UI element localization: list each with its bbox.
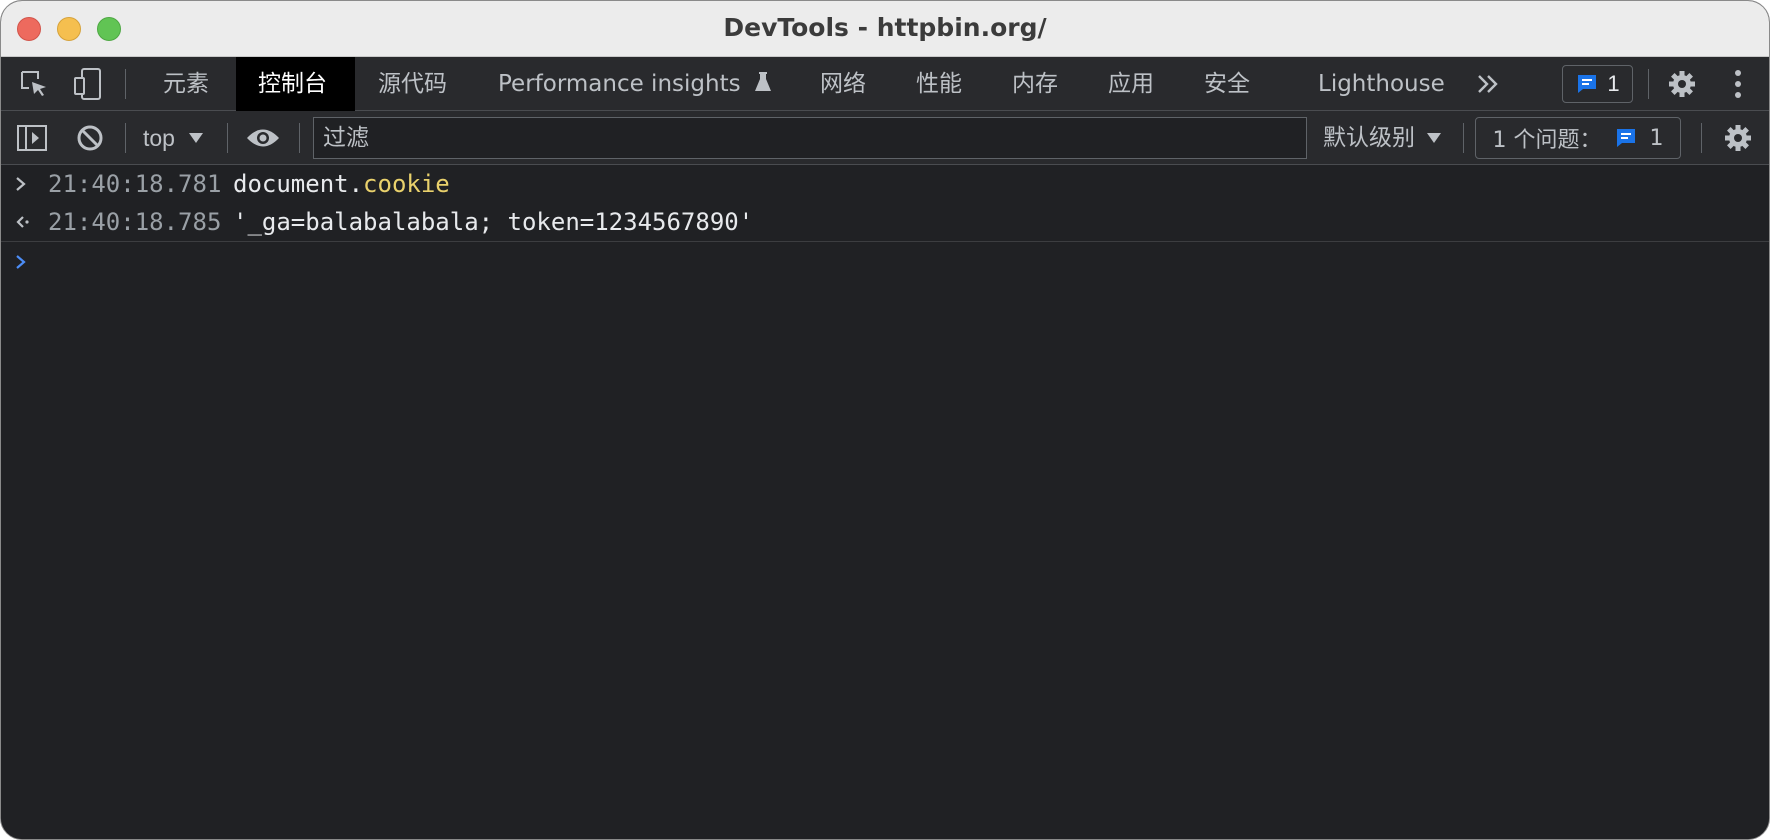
separator — [125, 69, 126, 99]
tab-elements[interactable]: 元素 — [141, 57, 231, 111]
chat-icon — [1578, 75, 1597, 93]
tab-performance[interactable]: 性能 — [894, 57, 984, 111]
issues-label: 1 个问题： — [1492, 128, 1602, 153]
console-output-row[interactable]: 21:40:18.785 '_ga=balabalabala; token=12… — [1, 203, 1769, 241]
result-arrow-icon — [15, 203, 35, 241]
separator — [227, 123, 228, 153]
log-levels-label: 默认级别 — [1323, 125, 1415, 151]
dropdown-arrow-icon — [188, 133, 203, 143]
context-selector[interactable]: top — [143, 111, 203, 165]
clear-console-icon[interactable] — [73, 111, 107, 165]
more-tabs-icon[interactable] — [1473, 57, 1503, 111]
prompt-chevron-icon — [15, 165, 35, 203]
separator — [1463, 123, 1464, 153]
separator — [125, 123, 126, 153]
console-output[interactable]: 21:40:18.781 document.cookie 21:40:18.78… — [1, 165, 1769, 839]
separator — [1648, 69, 1649, 99]
tab-performance-insights[interactable]: Performance insights — [476, 57, 794, 111]
code-object: document. — [233, 170, 364, 198]
main-tab-bar: 元素 控制台 源代码 Performance insights 网络 性能 内存… — [1, 57, 1769, 111]
chat-icon — [1616, 129, 1635, 147]
tab-performance-insights-label: Performance insights — [498, 71, 741, 97]
device-toolbar-icon[interactable] — [71, 57, 105, 111]
issues-count: 1 — [1649, 125, 1664, 151]
console-toolbar: top 默认级别 1 个问题： — [1, 111, 1769, 165]
divider — [1, 241, 1769, 242]
title-bar: DevTools - httpbin.org/ — [1, 1, 1769, 57]
window-title: DevTools - httpbin.org/ — [723, 13, 1047, 42]
issues-badge-count: 1 — [1607, 71, 1620, 96]
devtools-window: DevTools - httpbin.org/ 元素 控制台 源代码 Perfo… — [0, 0, 1770, 840]
timestamp: 21:40:18.785 — [48, 208, 222, 236]
code-property: cookie — [363, 170, 450, 198]
log-levels-dropdown[interactable]: 默认级别 — [1323, 111, 1441, 165]
tab-console[interactable]: 控制台 — [236, 57, 355, 111]
console-result-value: '_ga=balabalabala; token=1234567890' — [233, 208, 754, 236]
gear-icon[interactable] — [1665, 57, 1699, 111]
tab-lighthouse[interactable]: Lighthouse — [1296, 57, 1467, 111]
flask-icon — [754, 72, 771, 91]
filter-input[interactable] — [313, 117, 1307, 159]
separator — [299, 123, 300, 153]
tab-sources[interactable]: 源代码 — [356, 57, 469, 111]
prompt-chevron-icon — [15, 243, 35, 281]
dropdown-arrow-icon — [1427, 133, 1441, 143]
separator — [1701, 123, 1702, 153]
tab-memory[interactable]: 内存 — [990, 57, 1080, 111]
tab-application[interactable]: 应用 — [1086, 57, 1176, 111]
timestamp: 21:40:18.781 — [48, 170, 222, 198]
console-input-code: document.cookie — [233, 165, 450, 203]
tab-security[interactable]: 安全 — [1182, 57, 1272, 111]
issues-button[interactable]: 1 个问题： 1 — [1475, 117, 1681, 159]
kebab-menu-icon[interactable] — [1728, 57, 1748, 111]
console-prompt[interactable] — [1, 243, 1769, 281]
inspect-element-icon[interactable] — [17, 57, 51, 111]
context-selector-value: top — [143, 125, 175, 151]
issues-badge-button[interactable]: 1 — [1562, 65, 1633, 103]
console-input-row[interactable]: 21:40:18.781 document.cookie — [1, 165, 1769, 203]
sidebar-toggle-icon[interactable] — [15, 111, 49, 165]
gear-icon[interactable] — [1721, 111, 1755, 165]
eye-icon[interactable] — [245, 111, 281, 165]
tab-network[interactable]: 网络 — [798, 57, 888, 111]
